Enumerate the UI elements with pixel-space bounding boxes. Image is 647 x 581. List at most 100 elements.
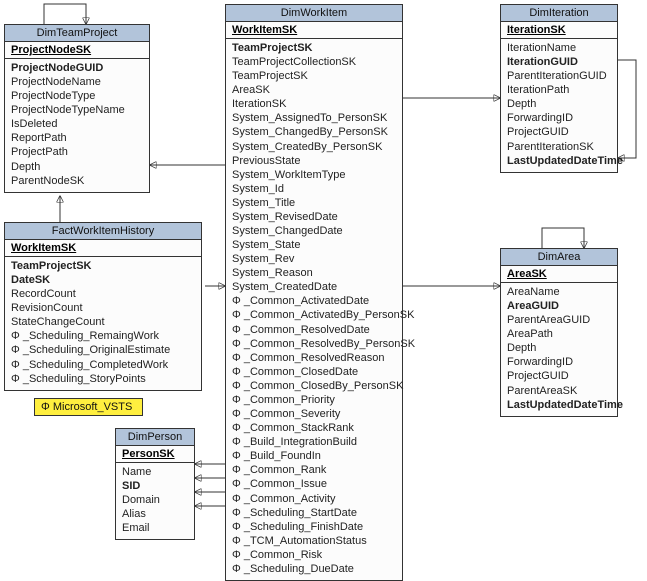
field: Alias bbox=[122, 507, 188, 521]
field: System_Reason bbox=[232, 266, 396, 280]
field: Depth bbox=[507, 97, 611, 111]
field: RecordCount bbox=[11, 287, 195, 301]
field: ProjectGUID bbox=[507, 369, 611, 383]
field: TeamProjectCollectionSK bbox=[232, 55, 396, 69]
field: ProjectPath bbox=[11, 145, 143, 159]
field: Φ _Common_Rank bbox=[232, 463, 396, 477]
field-list: TeamProjectSKDateSKRecordCountRevisionCo… bbox=[5, 257, 201, 390]
field: ReportPath bbox=[11, 131, 143, 145]
field: Φ _Scheduling_RemaingWork bbox=[11, 329, 195, 343]
field: ParentIterationGUID bbox=[507, 69, 611, 83]
field: LastUpdatedDateTime bbox=[507, 154, 611, 168]
field: Φ _Scheduling_DueDate bbox=[232, 562, 396, 576]
field: Φ _Scheduling_CompletedWork bbox=[11, 358, 195, 372]
entity-title: FactWorkItemHistory bbox=[5, 223, 201, 240]
entity-dim-area: DimArea AreaSK AreaNameAreaGUIDParentAre… bbox=[500, 248, 618, 417]
field: Φ _Common_StackRank bbox=[232, 421, 396, 435]
field: System_State bbox=[232, 238, 396, 252]
field: PreviousState bbox=[232, 154, 396, 168]
field: Φ _Scheduling_OriginalEstimate bbox=[11, 343, 195, 357]
field: TeamProjectSK bbox=[232, 41, 396, 55]
field: StateChangeCount bbox=[11, 315, 195, 329]
field: ParentIterationSK bbox=[507, 140, 611, 154]
field: ProjectNodeName bbox=[11, 75, 143, 89]
field: AreaPath bbox=[507, 327, 611, 341]
primary-key: WorkItemSK bbox=[226, 22, 402, 39]
field-list: IterationNameIterationGUIDParentIteratio… bbox=[501, 39, 617, 172]
field: System_Id bbox=[232, 182, 396, 196]
entity-dim-work-item: DimWorkItem WorkItemSK TeamProjectSKTeam… bbox=[225, 4, 403, 581]
field: ParentAreaGUID bbox=[507, 313, 611, 327]
field: System_CreatedBy_PersonSK bbox=[232, 140, 396, 154]
field: System_AssignedTo_PersonSK bbox=[232, 111, 396, 125]
field: TeamProjectSK bbox=[232, 69, 396, 83]
field: Φ _Common_Severity bbox=[232, 407, 396, 421]
field: Φ _Common_ResolvedDate bbox=[232, 323, 396, 337]
field-list: ProjectNodeGUIDProjectNodeNameProjectNod… bbox=[5, 59, 149, 192]
field: Φ _Common_Issue bbox=[232, 477, 396, 491]
field: Φ _Common_ActivatedDate bbox=[232, 294, 396, 308]
field: DateSK bbox=[11, 273, 195, 287]
field: System_ChangedBy_PersonSK bbox=[232, 125, 396, 139]
field: Φ _Build_FoundIn bbox=[232, 449, 396, 463]
primary-key: WorkItemSK bbox=[5, 240, 201, 257]
entity-dim-person: DimPerson PersonSK NameSIDDomainAliasEma… bbox=[115, 428, 195, 540]
field: ProjectNodeType bbox=[11, 89, 143, 103]
field: Φ _Common_ActivatedBy_PersonSK bbox=[232, 308, 396, 322]
field: AreaGUID bbox=[507, 299, 611, 313]
field: Φ _TCM_AutomationStatus bbox=[232, 534, 396, 548]
field: Φ _Common_ResolvedReason bbox=[232, 351, 396, 365]
entity-dim-iteration: DimIteration IterationSK IterationNameIt… bbox=[500, 4, 618, 173]
entity-title: DimArea bbox=[501, 249, 617, 266]
field: System_CreatedDate bbox=[232, 280, 396, 294]
field: Φ _Common_ResolvedBy_PersonSK bbox=[232, 337, 396, 351]
field: System_ChangedDate bbox=[232, 224, 396, 238]
field: System_Title bbox=[232, 196, 396, 210]
field: Φ _Common_ClosedBy_PersonSK bbox=[232, 379, 396, 393]
field: AreaSK bbox=[232, 83, 396, 97]
field: Name bbox=[122, 465, 188, 479]
primary-key: AreaSK bbox=[501, 266, 617, 283]
entity-dim-team-project: DimTeamProject ProjectNodeSK ProjectNode… bbox=[4, 24, 150, 193]
field: Depth bbox=[11, 160, 143, 174]
field: IterationPath bbox=[507, 83, 611, 97]
entity-title: DimPerson bbox=[116, 429, 194, 446]
field: ForwardingID bbox=[507, 355, 611, 369]
field: Φ _Common_Priority bbox=[232, 393, 396, 407]
entity-title: DimWorkItem bbox=[226, 5, 402, 22]
field: Φ _Build_IntegrationBuild bbox=[232, 435, 396, 449]
field: ParentNodeSK bbox=[11, 174, 143, 188]
field: IterationSK bbox=[232, 97, 396, 111]
field: Email bbox=[122, 521, 188, 535]
primary-key: PersonSK bbox=[116, 446, 194, 463]
field-list: AreaNameAreaGUIDParentAreaGUIDAreaPathDe… bbox=[501, 283, 617, 416]
field: Φ _Common_ClosedDate bbox=[232, 365, 396, 379]
field: System_RevisedDate bbox=[232, 210, 396, 224]
field: IsDeleted bbox=[11, 117, 143, 131]
field: Φ _Common_Activity bbox=[232, 492, 396, 506]
field: ForwardingID bbox=[507, 111, 611, 125]
field: ProjectNodeGUID bbox=[11, 61, 143, 75]
field: AreaName bbox=[507, 285, 611, 299]
primary-key: ProjectNodeSK bbox=[5, 42, 149, 59]
field: Φ _Scheduling_FinishDate bbox=[232, 520, 396, 534]
field-list: NameSIDDomainAliasEmail bbox=[116, 463, 194, 539]
legend-microsoft-vsts: Φ Microsoft_VSTS bbox=[34, 398, 143, 416]
entity-title: DimTeamProject bbox=[5, 25, 149, 42]
field: System_WorkItemType bbox=[232, 168, 396, 182]
primary-key: IterationSK bbox=[501, 22, 617, 39]
field: ParentAreaSK bbox=[507, 384, 611, 398]
entity-title: DimIteration bbox=[501, 5, 617, 22]
field: Depth bbox=[507, 341, 611, 355]
field: IterationName bbox=[507, 41, 611, 55]
field: RevisionCount bbox=[11, 301, 195, 315]
field: ProjectGUID bbox=[507, 125, 611, 139]
field: Domain bbox=[122, 493, 188, 507]
field-list: TeamProjectSKTeamProjectCollectionSKTeam… bbox=[226, 39, 402, 580]
field: IterationGUID bbox=[507, 55, 611, 69]
entity-fact-work-item-history: FactWorkItemHistory WorkItemSK TeamProje… bbox=[4, 222, 202, 391]
field: System_Rev bbox=[232, 252, 396, 266]
field: SID bbox=[122, 479, 188, 493]
field: ProjectNodeTypeName bbox=[11, 103, 143, 117]
field: Φ _Scheduling_StartDate bbox=[232, 506, 396, 520]
